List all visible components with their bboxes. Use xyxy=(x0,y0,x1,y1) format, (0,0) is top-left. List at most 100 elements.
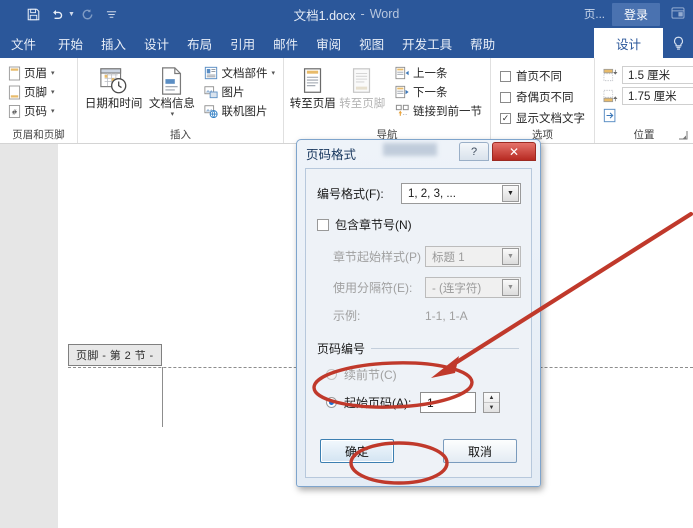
next-button[interactable]: 下一条 xyxy=(393,83,486,101)
header-position-icon xyxy=(603,68,618,82)
ok-button[interactable]: 确定 xyxy=(320,439,394,463)
start-at-spinner-up-icon[interactable]: ▲ xyxy=(484,393,499,403)
goto-footer-label: 转至页脚 xyxy=(339,98,386,110)
separator-label: 使用分隔符(E): xyxy=(333,281,413,295)
tab-mailings[interactable]: 邮件 xyxy=(264,28,307,58)
ribbon: 页眉 ▾ 页脚 ▾ # 页码 ▾ 页眉和页脚 日期和时间 文档信息 ▾ 文档部件… xyxy=(0,58,693,144)
date-and-time-button[interactable]: 日期和时间 xyxy=(82,62,145,111)
start-at-spinner-down-icon[interactable]: ▼ xyxy=(484,403,499,412)
previous-button[interactable]: 上一条 xyxy=(393,64,486,82)
page-number-format-dialog[interactable]: 页码格式 ? ✕ 编号格式(F): 1, 2, 3, ... ▼ 包含章节号(N… xyxy=(296,139,541,487)
number-format-combobox[interactable]: 1, 2, 3, ... ▼ xyxy=(401,183,521,204)
document-info-label: 文档信息 xyxy=(148,98,195,110)
save-icon[interactable] xyxy=(22,3,44,25)
ribbon-tabs: 文件 开始 插入 设计 布局 引用 邮件 审阅 视图 开发工具 帮助 设计 xyxy=(0,28,693,58)
ribbon-display-options-icon[interactable] xyxy=(663,6,693,22)
quick-parts-button[interactable]: 文档部件 ▾ xyxy=(202,64,279,82)
number-format-chevron-down-icon[interactable]: ▼ xyxy=(502,185,519,202)
page-number-button[interactable]: # 页码 ▾ xyxy=(6,102,59,120)
customize-qat-icon[interactable] xyxy=(101,3,123,25)
chapter-start-style-chevron-down-icon: ▼ xyxy=(502,248,519,265)
footer-button[interactable]: 页脚 ▾ xyxy=(6,83,59,101)
tab-review[interactable]: 审阅 xyxy=(307,28,350,58)
title-bar-right: 页... 登录 xyxy=(580,0,693,28)
header-from-top-field[interactable]: 1.5 厘米 xyxy=(622,66,693,84)
show-document-text-checkbox-box: ✓ xyxy=(500,112,511,124)
undo-icon[interactable] xyxy=(46,3,68,25)
goto-footer-icon xyxy=(349,64,375,98)
number-format-label: 编号格式(F): xyxy=(317,187,384,201)
include-chapter-number-checkbox[interactable] xyxy=(317,218,329,231)
link-to-previous-button[interactable]: 链接到前一节 xyxy=(393,102,486,120)
start-at-radio[interactable] xyxy=(326,397,337,408)
include-chapter-number-row[interactable]: 包含章节号(N) xyxy=(317,216,521,233)
header-dropdown-icon[interactable]: ▾ xyxy=(51,69,55,77)
tab-design[interactable]: 设计 xyxy=(135,28,178,58)
page-numbering-group-header: 页码编号 xyxy=(317,340,519,357)
tab-header-footer-design[interactable]: 设计 xyxy=(593,28,663,58)
page-menu-overflow[interactable]: 页... xyxy=(580,6,609,22)
header-from-top-row: 1.5 厘米 xyxy=(601,65,693,85)
online-pictures-button[interactable]: 联机图片 xyxy=(202,102,279,120)
page-numbering-group-label: 页码编号 xyxy=(317,342,366,356)
position-dialog-launcher-icon[interactable] xyxy=(678,130,690,142)
tell-me-lightbulb-icon[interactable] xyxy=(663,28,693,58)
show-document-text-label: 显示文档文字 xyxy=(516,113,585,125)
start-at-row[interactable]: 起始页码(A): 1 ▲ ▼ xyxy=(326,392,521,413)
page-number-dropdown-icon[interactable]: ▾ xyxy=(51,107,55,115)
different-odd-even-checkbox-box xyxy=(500,91,511,103)
ribbon-group-insert: 日期和时间 文档信息 ▾ 文档部件 ▾ 图片 联机图片 插入 xyxy=(78,58,284,143)
footer-from-bottom-field[interactable]: 1.75 厘米 xyxy=(622,87,693,105)
tab-insert[interactable]: 插入 xyxy=(92,28,135,58)
cancel-button[interactable]: 取消 xyxy=(443,439,517,463)
insert-alignment-tab-row[interactable] xyxy=(601,107,693,124)
tab-layout[interactable]: 布局 xyxy=(178,28,221,58)
dialog-close-button[interactable]: ✕ xyxy=(492,142,536,161)
header-button[interactable]: 页眉 ▾ xyxy=(6,64,59,82)
separator-value: - (连字符) xyxy=(432,282,482,295)
continue-from-previous-row: 续前节(C) xyxy=(326,366,521,383)
tabstrip-spacer xyxy=(504,28,594,58)
different-first-page-checkbox[interactable]: 首页不同 xyxy=(498,66,587,86)
different-odd-even-checkbox[interactable]: 奇偶页不同 xyxy=(498,87,587,107)
redo-icon xyxy=(77,3,99,25)
document-info-dropdown-icon[interactable]: ▾ xyxy=(171,111,175,119)
tab-home[interactable]: 开始 xyxy=(49,28,92,58)
tab-file[interactable]: 文件 xyxy=(0,28,49,58)
start-at-input[interactable]: 1 xyxy=(420,392,476,413)
footer-dropdown-icon[interactable]: ▾ xyxy=(51,88,55,96)
footer-tag-connector-line xyxy=(162,367,163,427)
continue-from-previous-radio xyxy=(326,369,337,380)
chapter-start-style-row: 章节起始样式(P) 标题 1 ▼ xyxy=(333,246,521,267)
title-separator: - xyxy=(360,7,365,21)
date-and-time-label: 日期和时间 xyxy=(84,98,143,110)
dialog-title-bar[interactable]: 页码格式 ? ✕ xyxy=(297,140,540,166)
tab-help[interactable]: 帮助 xyxy=(461,28,504,58)
separator-chevron-down-icon: ▼ xyxy=(502,279,519,296)
show-document-text-checkbox[interactable]: ✓ 显示文档文字 xyxy=(498,108,587,128)
tab-references[interactable]: 引用 xyxy=(221,28,264,58)
quick-parts-dropdown-icon[interactable]: ▾ xyxy=(271,69,275,77)
ribbon-group-options: 首页不同 奇偶页不同 ✓ 显示文档文字 选项 xyxy=(491,58,595,143)
start-at-spinner[interactable]: ▲ ▼ xyxy=(483,392,500,413)
start-at-radio-dot xyxy=(329,400,334,405)
tab-view[interactable]: 视图 xyxy=(350,28,393,58)
sign-in-button[interactable]: 登录 xyxy=(611,2,660,26)
tab-developer[interactable]: 开发工具 xyxy=(393,28,461,58)
pictures-button[interactable]: 图片 xyxy=(202,83,279,101)
dialog-title: 页码格式 xyxy=(306,147,357,162)
ribbon-group-position: 1.5 厘米 1.75 厘米 位置 xyxy=(595,58,693,143)
example-label: 示例: xyxy=(333,309,361,323)
different-odd-even-label: 奇偶页不同 xyxy=(516,92,574,104)
app-name: Word xyxy=(369,7,400,21)
undo-dropdown-icon[interactable]: ▼ xyxy=(68,11,75,18)
goto-header-button[interactable]: 转至页眉 xyxy=(288,62,338,111)
document-info-button[interactable]: 文档信息 ▾ xyxy=(145,62,198,119)
dialog-help-button[interactable]: ? xyxy=(459,142,489,161)
pictures-label: 图片 xyxy=(221,87,245,99)
document-title: 文档1.docx xyxy=(293,8,356,23)
example-value: 1-1, 1-A xyxy=(425,308,468,323)
footer-position-icon xyxy=(603,89,618,103)
chapter-start-style-label: 章节起始样式(P) xyxy=(333,250,421,264)
dialog-buttons-row: 确定 取消 xyxy=(320,439,517,463)
